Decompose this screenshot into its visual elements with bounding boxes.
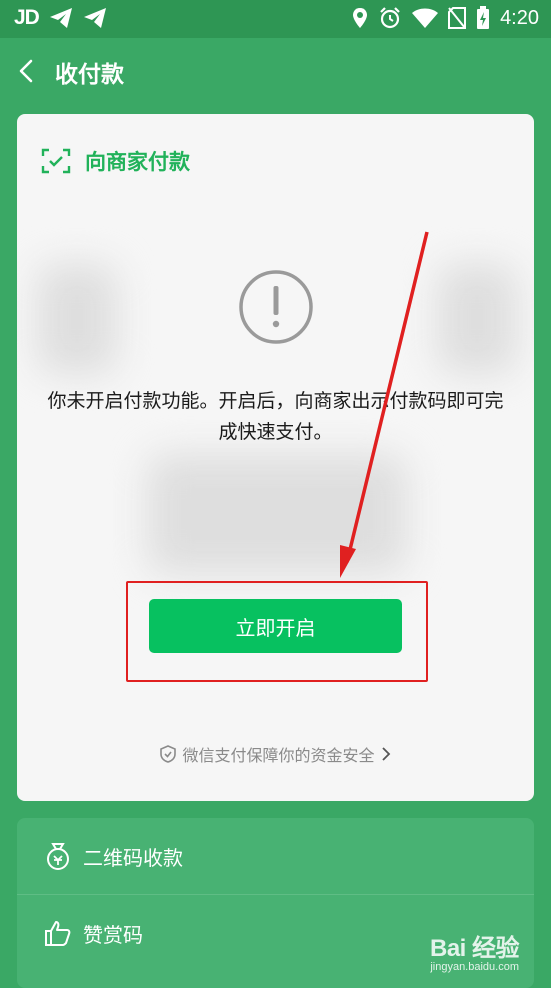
enable-now-button[interactable]: 立即开启	[149, 599, 402, 653]
scan-check-icon	[41, 148, 71, 174]
baidu-jingyan-watermark: Bai 经验 jingyan.baidu.com	[429, 928, 520, 973]
location-icon	[352, 7, 368, 29]
exclamation-icon	[238, 269, 314, 345]
back-arrow-icon[interactable]	[14, 58, 40, 84]
shield-check-icon	[160, 745, 177, 763]
wifi-icon	[412, 8, 439, 28]
telegram-icon	[49, 7, 73, 29]
alarm-icon	[378, 6, 402, 30]
status-bar: JD 4:20	[0, 0, 551, 38]
card-title: 向商家付款	[85, 150, 190, 174]
blurred-area	[437, 264, 517, 374]
watermark-url: jingyan.baidu.com	[430, 961, 519, 973]
blurred-area	[37, 264, 117, 374]
list-item-qr-collect[interactable]: 二维码收款	[17, 818, 534, 894]
blurred-area	[147, 454, 407, 574]
battery-charging-icon	[476, 6, 490, 30]
pay-merchant-card: 向商家付款 你未开启付款功能。开启后，向商家出示付款码即可完成快速支付。 立即开…	[17, 114, 534, 801]
status-time: 4:20	[500, 6, 539, 29]
watermark-logo: Bai 经验	[429, 935, 520, 962]
disabled-payment-message: 你未开启付款功能。开启后，向商家出示付款码即可完成快速支付。	[47, 390, 504, 443]
list-item-label: 二维码收款	[83, 845, 183, 870]
telegram-icon	[83, 7, 107, 29]
money-bag-icon	[43, 841, 73, 871]
jd-app-icon: JD	[14, 6, 40, 29]
no-sim-icon	[448, 7, 467, 29]
list-item-label: 赞赏码	[83, 922, 143, 947]
page-title: 收付款	[55, 62, 124, 88]
title-bar: 收付款	[0, 38, 551, 104]
security-text: 微信支付保障你的资金安全	[182, 746, 375, 765]
security-guarantee-link[interactable]: 微信支付保障你的资金安全	[17, 742, 534, 766]
chevron-right-icon	[381, 746, 391, 762]
thumbs-up-icon	[43, 918, 73, 948]
card-header: 向商家付款	[41, 146, 190, 176]
